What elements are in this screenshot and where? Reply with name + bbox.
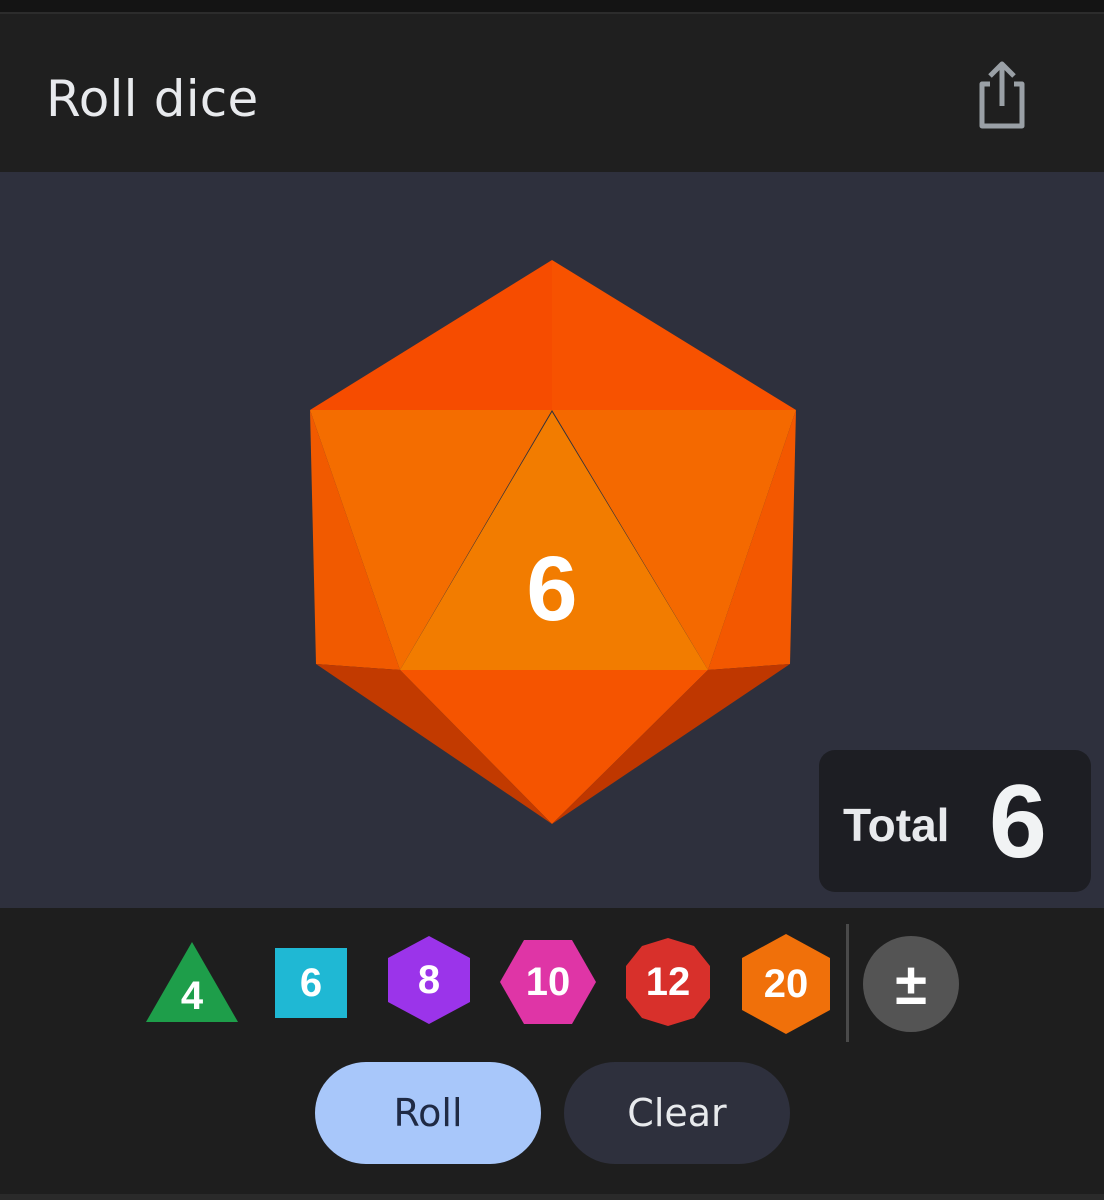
d12-button[interactable]: 12: [622, 936, 714, 1028]
dice-stage: 6 Total 6: [0, 172, 1104, 908]
clear-button[interactable]: Clear: [564, 1062, 790, 1164]
d6-label: 6: [299, 960, 323, 1005]
top-strip: [0, 0, 1104, 12]
d4-label: 4: [180, 973, 204, 1018]
total-value: 6: [989, 764, 1047, 880]
plus-minus-icon: ±: [895, 951, 927, 1017]
share-button[interactable]: [966, 54, 1038, 134]
d20-button[interactable]: 20: [740, 932, 832, 1036]
d12-label: 12: [645, 959, 691, 1004]
modifier-button[interactable]: ±: [863, 936, 959, 1032]
d6-button[interactable]: 6: [275, 948, 347, 1018]
page-title: Roll dice: [46, 70, 259, 128]
d10-button[interactable]: 10: [498, 938, 598, 1026]
total-panel: Total 6: [819, 750, 1091, 892]
share-icon: [979, 61, 1025, 129]
d8-label: 8: [417, 957, 441, 1002]
dice-tray: 4 6 8 10 12 20 ± Roll Clear: [0, 908, 1104, 1194]
roll-button[interactable]: Roll: [315, 1062, 541, 1164]
d8-button[interactable]: 8: [386, 934, 472, 1026]
d4-button[interactable]: 4: [144, 940, 240, 1024]
total-label: Total: [843, 799, 950, 851]
bottom-strip: [0, 1194, 1104, 1200]
die-result-value: 6: [526, 538, 577, 640]
app-header: Roll dice: [0, 14, 1104, 172]
d10-label: 10: [525, 959, 571, 1004]
tray-divider: [846, 924, 849, 1042]
d20-label: 20: [763, 961, 809, 1006]
